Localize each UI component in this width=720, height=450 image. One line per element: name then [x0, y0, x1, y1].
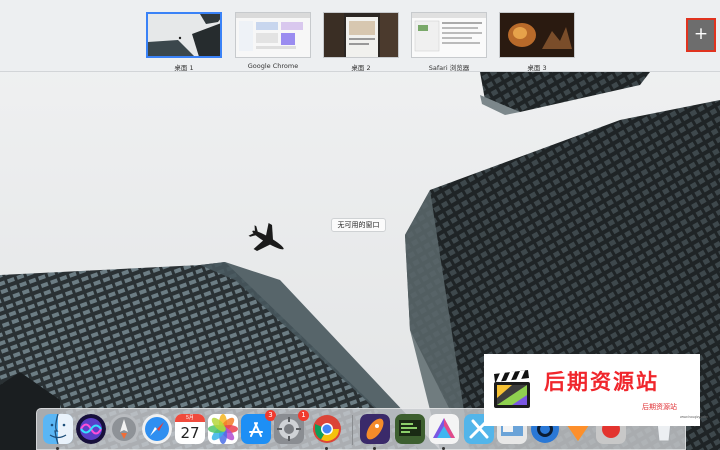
chrome-icon[interactable]: [312, 414, 342, 444]
no-windows-label: 无可用的窗口: [331, 218, 386, 232]
system-preferences-icon[interactable]: 1: [274, 410, 309, 444]
clapperboard-logo-icon: [494, 370, 530, 408]
system-preferences-badge: 1: [298, 410, 309, 421]
space-label: 桌面 3: [527, 64, 547, 72]
mission-control-spaces-bar: 桌面 1 Google Chrome 桌面 2 Safari 浏览器 桌面 3 …: [0, 0, 720, 72]
app-store-icon[interactable]: 3: [241, 410, 276, 444]
siri-icon[interactable]: [76, 414, 106, 444]
space-safari[interactable]: Safari 浏览器: [411, 12, 487, 72]
rocket-typist-icon[interactable]: [360, 414, 390, 444]
space-thumbnail: [235, 12, 311, 58]
calendar-day: 27: [180, 424, 200, 442]
finder-icon[interactable]: [43, 414, 73, 444]
space-desktop-2[interactable]: 桌面 2: [323, 12, 399, 72]
space-google-chrome[interactable]: Google Chrome: [235, 12, 311, 70]
dock-separator: [352, 415, 353, 445]
watermark-subtitle: 后期资源站: [642, 403, 677, 411]
add-space-button[interactable]: +: [686, 18, 716, 52]
watermark-title: 后期资源站: [544, 369, 659, 394]
space-desktop-3[interactable]: 桌面 3: [499, 12, 575, 72]
affinity-icon[interactable]: [429, 414, 459, 444]
coding-app-icon[interactable]: [395, 414, 425, 444]
space-thumbnail: [411, 12, 487, 58]
calendar-month: 5月: [175, 414, 205, 422]
photos-icon[interactable]: [208, 414, 238, 444]
calendar-icon[interactable]: 5月 27: [175, 414, 205, 444]
launchpad-icon[interactable]: [109, 414, 139, 444]
watermark-url: www.houqizy.com: [680, 415, 708, 419]
space-thumbnail: [323, 12, 399, 58]
space-thumbnail: [499, 12, 575, 58]
safari-icon[interactable]: [142, 414, 172, 444]
watermark: 后期资源站 后期资源站 www.houqizy.com: [484, 354, 708, 426]
space-thumbnail: [146, 12, 222, 58]
space-desktop-1[interactable]: 桌面 1: [146, 12, 222, 72]
